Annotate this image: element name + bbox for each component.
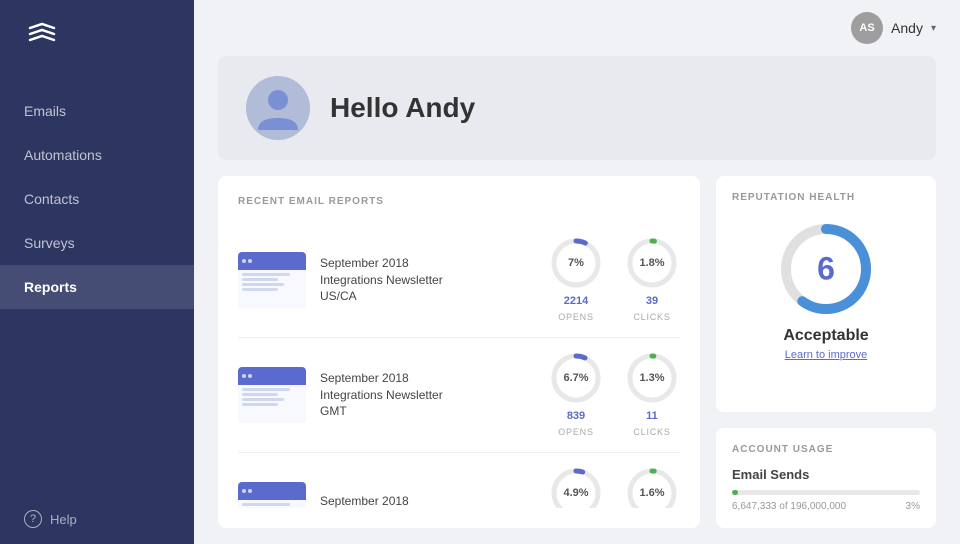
account-usage-card: ACCOUNT USAGE Email Sends 6,647,333 of 1… [716, 428, 936, 528]
clicks-pct: 1.6% [639, 487, 664, 499]
welcome-avatar [246, 76, 310, 140]
opens-stat: 4.9% 1835 OPENS [548, 465, 604, 508]
clicks-stat: 1.3% 11 CLICKS [624, 350, 680, 440]
report-info: September 2018Integrations NewsletterGMT [320, 370, 534, 420]
report-thumbnail [238, 482, 306, 508]
clicks-value: 11 [633, 410, 670, 422]
usage-count: 6,647,333 of 196,000,000 [732, 501, 846, 512]
opens-label: OPENS [558, 312, 594, 322]
reputation-status: Acceptable [732, 327, 920, 345]
report-stats: 6.7% 839 OPENS 1.3% 11 CLICKS [548, 350, 680, 440]
report-info: September 2018Integrations Newsletter [320, 493, 534, 508]
help-icon: ? [24, 510, 42, 528]
report-stats: 4.9% 1835 OPENS 1.6% 62 CLICKS [548, 465, 680, 508]
email-sends-fill [732, 490, 738, 495]
report-stats: 7% 2214 OPENS 1.8% 39 CLICKS [548, 235, 680, 325]
logo[interactable] [0, 0, 194, 81]
report-name: September 2018Integrations NewsletterUS/… [320, 255, 534, 305]
clicks-pct: 1.3% [639, 372, 664, 384]
sidebar-item-surveys[interactable]: Surveys [0, 221, 194, 265]
report-name: September 2018Integrations Newsletter [320, 493, 534, 508]
clicks-stat: 1.8% 39 CLICKS [624, 235, 680, 325]
sidebar-item-emails[interactable]: Emails [0, 89, 194, 133]
opens-label: OPENS [558, 427, 594, 437]
opens-value: 2214 [558, 295, 594, 307]
clicks-donut: 1.8% [624, 235, 680, 291]
report-info: September 2018Integrations NewsletterUS/… [320, 255, 534, 305]
opens-value: 839 [558, 410, 594, 422]
usage-detail: 6,647,333 of 196,000,000 3% [732, 501, 920, 512]
sidebar-item-automations[interactable]: Automations [0, 133, 194, 177]
opens-stat: 7% 2214 OPENS [548, 235, 604, 325]
chevron-down-icon: ▾ [931, 23, 936, 34]
user-menu[interactable]: AS Andy ▾ [851, 12, 936, 44]
avatar: AS [851, 12, 883, 44]
clicks-label: CLICKS [633, 312, 670, 322]
report-item[interactable]: September 2018Integrations NewsletterGMT… [238, 338, 680, 453]
clicks-donut: 1.3% [624, 350, 680, 406]
clicks-label: CLICKS [633, 427, 670, 437]
sidebar-item-contacts[interactable]: Contacts [0, 177, 194, 221]
reputation-donut: 6 [776, 219, 876, 319]
sidebar-nav: Emails Automations Contacts Surveys Repo… [0, 89, 194, 494]
opens-donut: 7% [548, 235, 604, 291]
opens-stat: 6.7% 839 OPENS [548, 350, 604, 440]
report-item[interactable]: September 2018Integrations NewsletterUS/… [238, 223, 680, 338]
account-usage-title: ACCOUNT USAGE [732, 444, 920, 455]
right-column: REPUTATION HEALTH 6 Acceptable Learn to … [716, 176, 936, 528]
report-thumbnail [238, 367, 306, 423]
reputation-card: REPUTATION HEALTH 6 Acceptable Learn to … [716, 176, 936, 412]
clicks-donut: 1.6% [624, 465, 680, 508]
opens-donut: 4.9% [548, 465, 604, 508]
report-thumbnail [238, 252, 306, 308]
usage-pct: 3% [906, 501, 920, 512]
dashboard-columns: RECENT EMAIL REPORTS September 2018Integ… [218, 176, 936, 528]
report-item[interactable]: September 2018Integrations Newsletter 4.… [238, 453, 680, 508]
opens-pct: 7% [568, 257, 584, 269]
reports-card-title: RECENT EMAIL REPORTS [238, 196, 680, 207]
report-name: September 2018Integrations NewsletterGMT [320, 370, 534, 420]
clicks-value: 39 [633, 295, 670, 307]
reputation-score: 6 [817, 251, 835, 288]
main-content: AS Andy ▾ Hello Andy RECENT EMAIL REPORT… [194, 0, 960, 544]
sidebar-item-reports[interactable]: Reports [0, 265, 194, 309]
reputation-title: REPUTATION HEALTH [732, 192, 920, 203]
opens-pct: 4.9% [563, 487, 588, 499]
clicks-stat: 1.6% 62 CLICKS [624, 465, 680, 508]
report-list: September 2018Integrations NewsletterUS/… [238, 223, 680, 508]
reputation-link[interactable]: Learn to improve [732, 349, 920, 361]
welcome-banner: Hello Andy [218, 56, 936, 160]
email-sends-bar [732, 490, 920, 495]
page-content: Hello Andy RECENT EMAIL REPORTS Septembe… [194, 56, 960, 544]
opens-pct: 6.7% [563, 372, 588, 384]
recent-reports-card: RECENT EMAIL REPORTS September 2018Integ… [218, 176, 700, 528]
user-name: Andy [891, 20, 923, 36]
opens-donut: 6.7% [548, 350, 604, 406]
help-button[interactable]: ? Help [0, 494, 194, 544]
header: AS Andy ▾ [194, 0, 960, 56]
sidebar: Emails Automations Contacts Surveys Repo… [0, 0, 194, 544]
page-title: Hello Andy [330, 92, 475, 124]
clicks-pct: 1.8% [639, 257, 664, 269]
email-sends-label: Email Sends [732, 467, 920, 482]
